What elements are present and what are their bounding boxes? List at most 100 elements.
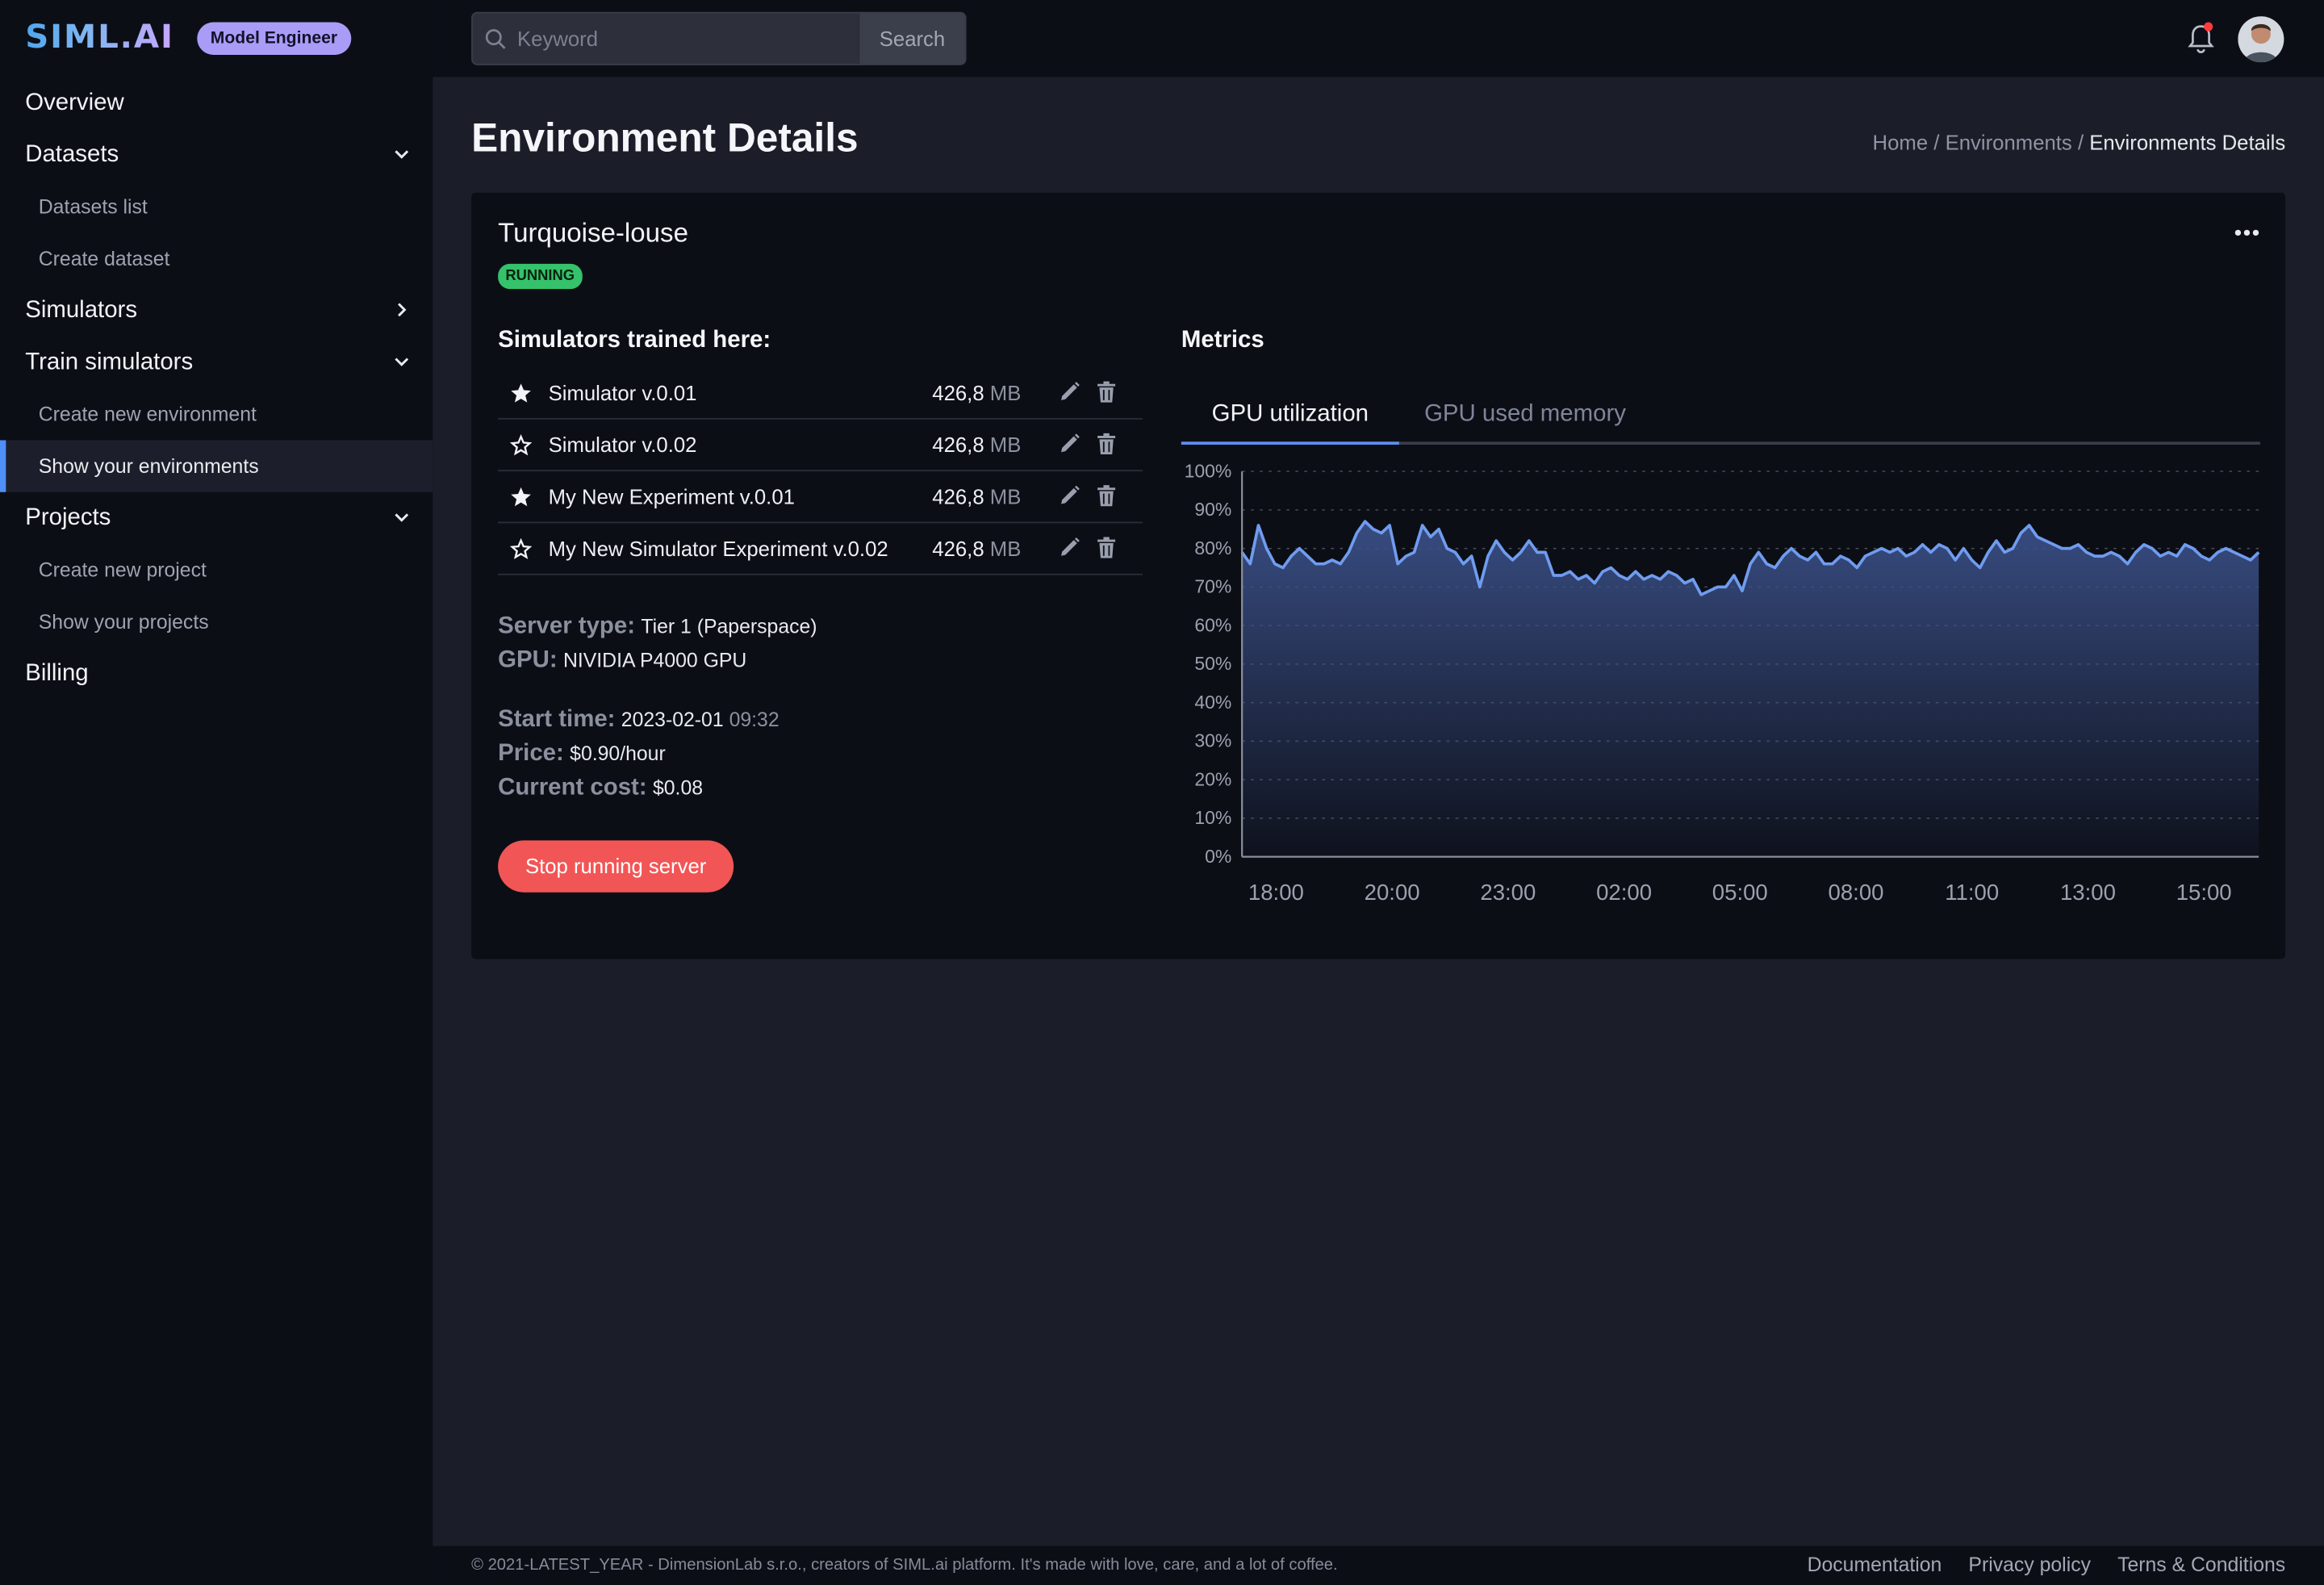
trash-icon[interactable]	[1097, 381, 1116, 404]
simulator-size-unit: MB	[989, 381, 1022, 405]
sidebar-item-label: Create new environment	[38, 403, 257, 426]
sidebar-item-create-environment[interactable]: Create new environment	[0, 388, 433, 440]
y-tick-label: 90%	[1194, 499, 1231, 520]
simulator-name[interactable]: My New Experiment v.0.01	[549, 485, 795, 508]
chevron-down-icon	[395, 358, 409, 366]
sidebar-item-projects[interactable]: Projects	[0, 492, 433, 544]
role-badge: Model Engineer	[197, 22, 351, 55]
sidebar-item-overview[interactable]: Overview	[0, 77, 433, 129]
breadcrumb: Home / Environments / Environments Detai…	[1873, 131, 2286, 154]
star-filled-icon[interactable]	[510, 383, 533, 405]
server-type-label: Server type:	[498, 613, 636, 639]
simulator-size-value: 426,8	[932, 536, 984, 561]
gpu-label: GPU:	[498, 647, 558, 673]
sidebar-item-label: Datasets list	[38, 195, 148, 218]
simulator-row[interactable]: Simulator v.0.01 426,8 MB	[498, 368, 1143, 420]
sidebar-item-simulators[interactable]: Simulators	[0, 285, 433, 337]
sidebar-item-datasets-list[interactable]: Datasets list	[0, 181, 433, 232]
sidebar-item-label: Datasets	[25, 141, 119, 167]
start-time-label: Start time:	[498, 707, 616, 733]
trash-icon[interactable]	[1097, 537, 1116, 559]
sidebar-item-label: Billing	[25, 660, 89, 686]
y-tick-label: 60%	[1194, 614, 1231, 635]
current-cost-value: $0.08	[652, 776, 704, 799]
gpu-value: NIVIDIA P4000 GPU	[562, 649, 747, 672]
more-icon-dot	[2252, 229, 2259, 236]
simulator-size: 426,8 MB	[932, 433, 1021, 456]
simulator-size-unit: MB	[989, 433, 1022, 457]
breadcrumb-separator: /	[2077, 130, 2084, 155]
footer-link-documentation[interactable]: Documentation	[1808, 1554, 1942, 1576]
footer-link-privacy[interactable]: Privacy policy	[1968, 1554, 2091, 1576]
sidebar-item-label: Projects	[25, 504, 111, 530]
star-outline-icon[interactable]	[509, 434, 533, 457]
pencil-icon[interactable]	[1058, 433, 1080, 455]
search-icon	[485, 29, 506, 49]
price-label: Price:	[498, 741, 564, 767]
notification-dot	[2204, 22, 2213, 31]
search-button[interactable]: Search	[858, 13, 965, 64]
copyright-text: © 2021-LATEST_YEAR - DimensionLab s.r.o.…	[471, 1556, 1338, 1575]
simulator-name[interactable]: Simulator v.0.02	[549, 433, 697, 456]
sidebar-item-train-simulators[interactable]: Train simulators	[0, 337, 433, 388]
trash-icon[interactable]	[1097, 433, 1116, 455]
avatar[interactable]	[2238, 16, 2284, 63]
x-tick-label: 02:00	[1596, 880, 1652, 905]
search-bar: Search	[471, 11, 967, 65]
x-tick-label: 20:00	[1365, 880, 1420, 905]
simulator-list: Simulator v.0.01 426,8 MB Simulator v.0.02…	[498, 368, 1143, 575]
server-type-value: Tier 1 (Paperspace)	[641, 615, 817, 638]
breadcrumb-home[interactable]: Home	[1873, 131, 1929, 154]
simulator-size: 426,8 MB	[932, 381, 1021, 404]
tab-gpu-utilization[interactable]: GPU utilization	[1181, 388, 1399, 445]
search-input[interactable]	[517, 13, 859, 64]
trash-icon[interactable]	[1097, 485, 1116, 508]
sidebar-item-label: Simulators	[25, 297, 138, 323]
pencil-icon[interactable]	[1058, 485, 1080, 508]
simulator-name[interactable]: My New Simulator Experiment v.0.02	[549, 537, 888, 560]
app-root: SIML.AI Model Engineer Overview Datasets…	[0, 0, 2324, 1585]
y-tick-label: 0%	[1205, 846, 1231, 867]
tab-gpu-used-memory[interactable]: GPU used memory	[1424, 388, 1626, 445]
simulator-row[interactable]: Simulator v.0.02 426,8 MB	[498, 420, 1143, 472]
current-cost: Current cost: $0.08	[498, 776, 703, 802]
footer-link-terms[interactable]: Terns & Conditions	[2117, 1554, 2285, 1576]
stop-server-button[interactable]: Stop running server	[498, 840, 734, 893]
sidebar-item-show-projects[interactable]: Show your projects	[0, 596, 433, 647]
y-tick-label: 20%	[1194, 768, 1231, 789]
simulator-row[interactable]: My New Simulator Experiment v.0.02 426,8 …	[498, 523, 1143, 575]
x-tick-label: 11:00	[1945, 880, 1999, 905]
sidebar-item-create-dataset[interactable]: Create dataset	[0, 232, 433, 284]
y-tick-label: 70%	[1194, 576, 1231, 597]
simulator-size: 426,8 MB	[932, 485, 1021, 508]
more-options-button[interactable]	[2230, 223, 2263, 244]
y-tick-label: 50%	[1194, 653, 1231, 674]
logo[interactable]: SIML.AI	[25, 19, 174, 58]
gpu-utilization-chart: 100% 90% 80% 70% 60% 50% 40% 30% 20% 10% 0% 18:00 20…	[1185, 460, 2260, 905]
simulator-size-value: 426,8	[932, 433, 984, 457]
pencil-icon[interactable]	[1058, 381, 1080, 404]
simulator-name[interactable]: Simulator v.0.01	[549, 381, 697, 404]
more-icon-dot	[2243, 229, 2251, 236]
sidebar-item-create-project[interactable]: Create new project	[0, 544, 433, 596]
sidebar-item-billing[interactable]: Billing	[0, 648, 433, 700]
gpu-info: GPU: NIVIDIA P4000 GPU	[498, 648, 746, 675]
sidebar-item-datasets[interactable]: Datasets	[0, 129, 433, 181]
start-time: Start time: 2023-02-01 09:32	[498, 707, 780, 734]
simulator-row[interactable]: My New Experiment v.0.01 426,8 MB	[498, 471, 1143, 524]
sidebar-item-label: Show your projects	[38, 610, 209, 634]
more-icon-dot	[2234, 229, 2242, 236]
x-tick-label: 08:00	[1829, 880, 1884, 905]
price: Price: $0.90/hour	[498, 741, 666, 767]
star-outline-icon[interactable]	[509, 537, 533, 561]
sidebar-item-show-environments[interactable]: Show your environments	[0, 440, 433, 492]
x-tick-label: 23:00	[1480, 880, 1536, 905]
pencil-icon[interactable]	[1058, 537, 1080, 559]
environment-name: Turquoise-louse	[498, 217, 688, 248]
simulator-size-value: 426,8	[932, 381, 984, 405]
sidebar-item-label: Overview	[25, 90, 124, 115]
metrics-tabs: GPU utilization GPU used memory	[1181, 388, 2260, 445]
start-date-value: 2023-02-01	[621, 708, 724, 731]
breadcrumb-environments[interactable]: Environments	[1946, 131, 2072, 154]
star-filled-icon[interactable]	[510, 486, 533, 508]
